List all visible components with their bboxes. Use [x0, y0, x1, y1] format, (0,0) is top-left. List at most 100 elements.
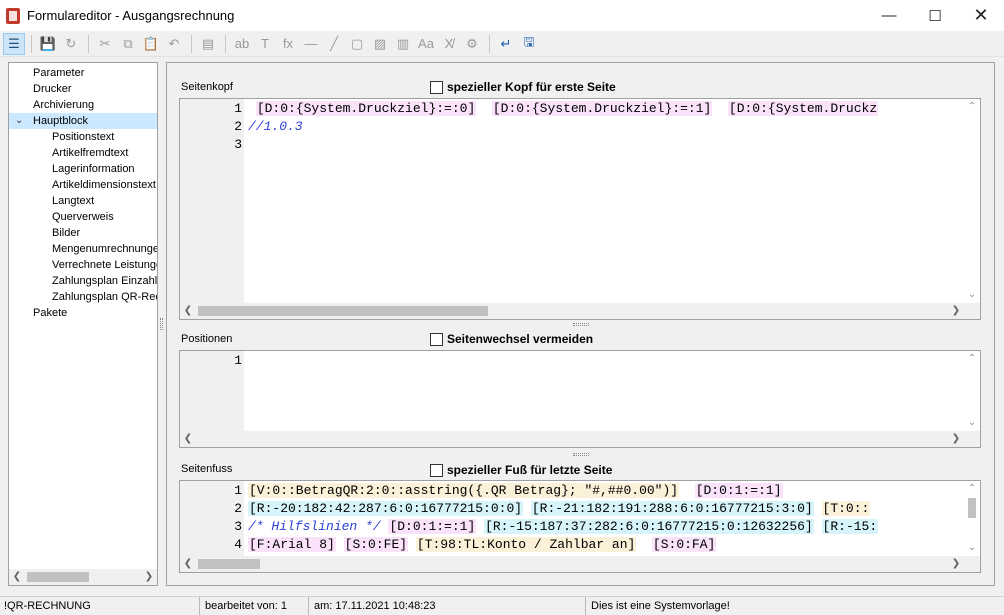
tree-item[interactable]: Parameter: [9, 65, 157, 81]
tree-item[interactable]: Zahlungsplan QR-Rec: [9, 289, 157, 305]
code-line[interactable]: //1.0.3: [248, 118, 303, 136]
checkbox-box[interactable]: [430, 80, 443, 94]
tree-item[interactable]: Artikelfremdtext: [9, 145, 157, 161]
vertical-splitter[interactable]: [160, 318, 163, 330]
tree-item-label: Lagerinformation: [52, 163, 135, 175]
revert-icon[interactable]: ↻: [60, 33, 82, 55]
scroll-up-arrow-icon[interactable]: ⌃: [964, 351, 980, 367]
line-number: 3: [234, 519, 242, 534]
save-to-disk-icon[interactable]: 🖫: [518, 33, 540, 55]
tree-item[interactable]: Zahlungsplan Einzahlu: [9, 273, 157, 289]
vertical-scrollbar[interactable]: ⌃ ⌄: [964, 99, 980, 303]
tree-item[interactable]: ⌄ Hauptblock: [9, 113, 157, 129]
section-label-header: Seitenkopf: [181, 81, 233, 93]
vertical-scrollbar[interactable]: ⌃ ⌄: [964, 481, 980, 556]
image-icon[interactable]: ▨: [369, 33, 391, 55]
copy-icon[interactable]: ⧉: [117, 33, 139, 55]
horizontal-scrollbar[interactable]: ❮ ❯: [180, 556, 964, 572]
code-line[interactable]: [D:0:{System.Druckziel}:=:0] [D:0:{Syste…: [248, 100, 879, 118]
clear-format-icon[interactable]: X̸: [438, 33, 460, 55]
horizontal-splitter[interactable]: [573, 453, 589, 456]
scroll-left-arrow-icon[interactable]: ❮: [180, 303, 196, 319]
scroll-left-arrow-icon[interactable]: ❮: [180, 431, 196, 447]
scroll-up-arrow-icon[interactable]: ⌃: [964, 481, 980, 497]
minimize-button[interactable]: —: [866, 0, 912, 31]
horizontal-line-icon[interactable]: —: [300, 33, 322, 55]
scroll-left-arrow-icon[interactable]: ❮: [180, 556, 196, 572]
scroll-left-arrow-icon[interactable]: ❮: [9, 569, 25, 585]
code-token: [D:0:1:=:1]: [388, 519, 477, 534]
scroll-right-arrow-icon[interactable]: ❯: [141, 569, 157, 585]
scroll-down-arrow-icon[interactable]: ⌄: [964, 287, 980, 303]
scroll-down-arrow-icon[interactable]: ⌄: [964, 415, 980, 431]
tree-item[interactable]: Langtext: [9, 193, 157, 209]
checkbox-label: Seitenwechsel vermeiden: [447, 332, 594, 346]
maximize-button[interactable]: ☐: [912, 0, 958, 31]
paste-icon[interactable]: 📋: [140, 33, 162, 55]
undo-icon[interactable]: ↶: [163, 33, 185, 55]
cut-icon[interactable]: ✂: [94, 33, 116, 55]
navigation-tree[interactable]: ❮ ❯ Parameter Drucker Archivierung ⌄ Hauptbl…: [8, 62, 158, 586]
header-code-editor[interactable]: 1 2 3 [D:0:{System.Druckziel}:=:0] [D:0:{S…: [179, 98, 981, 320]
checkbox-box[interactable]: [430, 463, 443, 477]
tree-item[interactable]: Verrechnete Leistunge: [9, 257, 157, 273]
code-line[interactable]: [R:-20:182:42:287:6:0:16777215:0:0] [R:-…: [248, 500, 871, 518]
tree-item[interactable]: Pakete: [9, 305, 157, 321]
code-line[interactable]: [F:Arial 8] [S:0:FE] [T:98:TL:Konto / Za…: [248, 536, 717, 554]
tree-view-icon[interactable]: ☰: [3, 32, 25, 55]
tree-item[interactable]: Artikeldimensionstext: [9, 177, 157, 193]
horizontal-scrollbar[interactable]: ❮ ❯: [180, 431, 964, 447]
scroll-right-arrow-icon[interactable]: ❯: [948, 303, 964, 319]
avoid-page-break-checkbox[interactable]: Seitenwechsel vermeiden: [430, 332, 593, 346]
scroll-down-arrow-icon[interactable]: ⌄: [964, 540, 980, 556]
horizontal-scrollbar[interactable]: ❮ ❯: [180, 303, 964, 319]
line-number: 1: [234, 353, 242, 368]
scroll-thumb[interactable]: [198, 559, 260, 569]
tree-item[interactable]: Mengenumrechnunge: [9, 241, 157, 257]
user-settings-icon[interactable]: ⚙: [461, 33, 483, 55]
scroll-thumb[interactable]: [968, 498, 976, 518]
tree-item[interactable]: Lagerinformation: [9, 161, 157, 177]
code-token: /* Hilfslinien */: [248, 519, 381, 534]
last-page-footer-checkbox[interactable]: spezieller Fuß für letzte Seite: [430, 463, 612, 477]
close-button[interactable]: ✕: [958, 0, 1004, 31]
first-page-header-checkbox[interactable]: spezieller Kopf für erste Seite: [430, 80, 616, 94]
expand-chevron-icon[interactable]: ⌄: [15, 113, 25, 129]
scroll-right-arrow-icon[interactable]: ❯: [948, 431, 964, 447]
tree-item-label: Zahlungsplan Einzahlu: [52, 275, 158, 287]
wrap-text-icon[interactable]: ↵: [495, 33, 517, 55]
horizontal-splitter[interactable]: [573, 323, 589, 326]
label-field-icon[interactable]: ab: [231, 33, 253, 55]
tree-item-label: Bilder: [52, 227, 81, 239]
diagonal-line-icon[interactable]: ╱: [323, 33, 345, 55]
code-token: [D:0:{System.Druckziel}:=:0]: [255, 101, 477, 116]
barcode-icon[interactable]: ▥: [392, 33, 414, 55]
formula-icon[interactable]: fx: [277, 33, 299, 55]
positions-code-editor[interactable]: 1 ⌃ ⌄ ❮ ❯: [179, 350, 981, 448]
scroll-thumb[interactable]: [198, 306, 488, 316]
tree-horizontal-scrollbar[interactable]: ❮ ❯: [9, 569, 157, 585]
scroll-up-arrow-icon[interactable]: ⌃: [964, 99, 980, 115]
text-icon[interactable]: T: [254, 33, 276, 55]
tree-item[interactable]: Querverweis: [9, 209, 157, 225]
tree-item[interactable]: Archivierung: [9, 97, 157, 113]
code-line[interactable]: [V:0::BetragQR:2:0::asstring({.QR Betrag…: [248, 482, 783, 500]
tree-item[interactable]: Positionstext: [9, 129, 157, 145]
line-number: 1: [234, 483, 242, 498]
tree-item[interactable]: Bilder: [9, 225, 157, 241]
properties-icon[interactable]: ▤: [197, 33, 219, 55]
code-line[interactable]: /* Hilfslinien */ [D:0:1:=:1] [R:-15:187…: [248, 518, 879, 536]
footer-code-editor[interactable]: 1 2 3 4 [V:0::BetragQR:2:0::asstring({.QR Be…: [179, 480, 981, 573]
tree-item[interactable]: Drucker: [9, 81, 157, 97]
tree-item-label: Hauptblock: [33, 115, 89, 127]
scroll-thumb[interactable]: [27, 572, 89, 582]
rectangle-icon[interactable]: ▢: [346, 33, 368, 55]
save-icon[interactable]: 💾: [37, 33, 59, 55]
checkbox-box[interactable]: [430, 332, 443, 346]
vertical-scrollbar[interactable]: ⌃ ⌄: [964, 351, 980, 431]
font-icon[interactable]: Aa: [415, 33, 437, 55]
scroll-right-arrow-icon[interactable]: ❯: [948, 556, 964, 572]
